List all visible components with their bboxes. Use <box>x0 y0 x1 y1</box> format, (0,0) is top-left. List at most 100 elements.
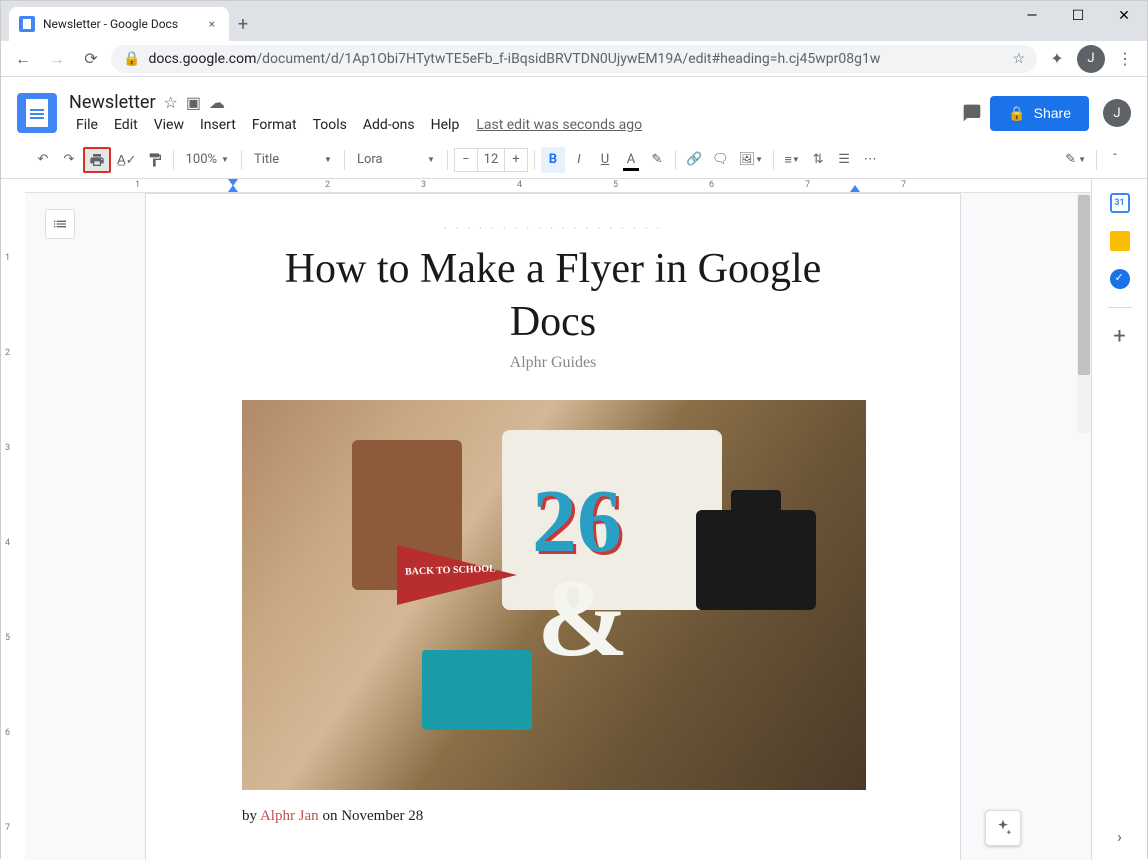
main-area: 1 2 3 4 5 6 7 1 2 3 4 5 6 7 7 <box>1 179 1147 860</box>
browser-address-bar: ← → ⟳ 🔒 docs.google.com/document/d/1Ap1O… <box>1 41 1147 77</box>
keep-addon-icon[interactable] <box>1110 231 1130 251</box>
bookmark-star-icon[interactable]: ☆ <box>1012 51 1025 67</box>
ruler-tick: 1 <box>5 253 10 263</box>
menu-bar: File Edit View Insert Format Tools Add-o… <box>69 115 954 135</box>
comments-icon[interactable] <box>954 95 990 131</box>
menu-insert[interactable]: Insert <box>193 115 243 135</box>
editing-mode-button[interactable]: ✎▼ <box>1061 147 1090 173</box>
menu-tools[interactable]: Tools <box>306 115 354 135</box>
account-avatar[interactable]: J <box>1103 99 1131 127</box>
formatting-toolbar: ↶ ↷ A̲✓ 100%▼ Title▼ Lora▼ − 12 + B I U … <box>1 141 1147 179</box>
calendar-addon-icon[interactable]: 31 <box>1110 193 1130 213</box>
ruler-tick: 7 <box>5 823 10 833</box>
collapse-sidepanel-icon[interactable]: › <box>1117 827 1122 846</box>
decrease-font-button[interactable]: − <box>455 152 477 167</box>
font-size-control: − 12 + <box>454 148 528 172</box>
lock-share-icon: 🔒 <box>1008 105 1025 122</box>
profile-avatar[interactable]: J <box>1077 45 1105 73</box>
paint-format-button[interactable] <box>143 147 167 173</box>
menu-format[interactable]: Format <box>245 115 304 135</box>
browser-tab[interactable]: Newsletter - Google Docs × <box>9 7 229 41</box>
star-document-icon[interactable]: ☆ <box>164 93 178 112</box>
document-image[interactable]: 26 BACK TO SCHOOL & <box>242 400 866 790</box>
ruler-tick: 3 <box>421 180 426 190</box>
bold-button[interactable]: B <box>541 147 565 173</box>
font-select[interactable]: Lora▼ <box>351 147 441 173</box>
spellcheck-button[interactable]: A̲✓ <box>113 147 141 173</box>
ruler-tick: 7 <box>901 180 906 190</box>
tab-close-icon[interactable]: × <box>205 17 219 31</box>
text-color-button[interactable]: A <box>619 147 643 173</box>
list-button[interactable]: ☰ <box>832 147 856 173</box>
menu-file[interactable]: File <box>69 115 105 135</box>
document-subtitle[interactable]: Alphr Guides <box>242 354 864 372</box>
menu-help[interactable]: Help <box>424 115 467 135</box>
ruler-tick: 2 <box>5 348 10 358</box>
right-indent-marker[interactable] <box>850 185 860 192</box>
maximize-button[interactable]: ☐ <box>1055 1 1101 31</box>
cloud-status-icon[interactable]: ☁ <box>209 93 225 112</box>
undo-button[interactable]: ↶ <box>31 147 55 173</box>
toolbar-separator <box>447 150 448 170</box>
print-button[interactable] <box>83 147 111 173</box>
menu-view[interactable]: View <box>147 115 191 135</box>
menu-addons[interactable]: Add-ons <box>356 115 422 135</box>
toolbar-separator <box>675 150 676 170</box>
insert-comment-button[interactable]: 🗨 <box>708 147 733 173</box>
forward-button[interactable]: → <box>43 45 71 73</box>
more-toolbar-button[interactable]: ⋯ <box>858 147 882 173</box>
hide-menus-button[interactable]: ˆ <box>1103 147 1127 173</box>
move-document-icon[interactable]: ▣ <box>186 93 201 112</box>
document-outline-button[interactable] <box>45 209 75 239</box>
extensions-icon[interactable]: ✦ <box>1043 45 1071 73</box>
style-select[interactable]: Title▼ <box>248 147 338 173</box>
side-panel: 31 + › <box>1091 179 1147 860</box>
reload-button[interactable]: ⟳ <box>77 45 105 73</box>
explore-button[interactable] <box>985 810 1021 846</box>
get-addons-icon[interactable]: + <box>1110 326 1130 346</box>
byline[interactable]: by Alphr Jan on November 28 <box>242 808 864 825</box>
indent-marker-bottom[interactable] <box>228 185 238 192</box>
card-shape <box>422 650 532 730</box>
vertical-scrollbar[interactable] <box>1077 193 1091 433</box>
share-button[interactable]: 🔒 Share <box>990 96 1089 131</box>
vertical-ruler[interactable]: 1 2 3 4 5 6 7 <box>1 179 25 860</box>
horizontal-ruler[interactable]: 1 2 3 4 5 6 7 7 <box>25 179 1091 193</box>
minimize-button[interactable]: — <box>1009 1 1055 31</box>
browser-titlebar: Newsletter - Google Docs × + — ☐ ✕ <box>1 1 1147 41</box>
back-button[interactable]: ← <box>9 45 37 73</box>
scrollbar-thumb[interactable] <box>1078 195 1090 375</box>
insert-link-button[interactable]: 🔗 <box>682 147 706 173</box>
decorative-dots: · · · · · · · · · · · · · · · · · · · <box>242 224 864 235</box>
window-controls: — ☐ ✕ <box>1009 1 1147 31</box>
document-page[interactable]: · · · · · · · · · · · · · · · · · · · Ho… <box>145 193 961 860</box>
line-spacing-button[interactable]: ⇅ <box>806 147 830 173</box>
toolbar-separator <box>1096 150 1097 170</box>
highlight-button[interactable]: ✎ <box>645 147 669 173</box>
tasks-addon-icon[interactable] <box>1110 269 1130 289</box>
document-title[interactable]: Newsletter <box>69 92 156 113</box>
redo-button[interactable]: ↷ <box>57 147 81 173</box>
url-bar[interactable]: 🔒 docs.google.com/document/d/1Ap1Obi7HTy… <box>111 45 1037 73</box>
author-link[interactable]: Alphr Jan <box>260 808 319 824</box>
chrome-menu-icon[interactable]: ⋮ <box>1111 45 1139 73</box>
new-tab-button[interactable]: + <box>229 14 257 41</box>
toolbar-separator <box>241 150 242 170</box>
menu-edit[interactable]: Edit <box>107 115 145 135</box>
document-heading[interactable]: How to Make a Flyer in Google Docs <box>242 243 864 348</box>
close-window-button[interactable]: ✕ <box>1101 1 1147 31</box>
italic-button[interactable]: I <box>567 147 591 173</box>
align-button[interactable]: ≡▼ <box>780 147 804 173</box>
document-canvas[interactable]: 1 2 3 4 5 6 7 7 · · · · · · · · · · · · … <box>25 179 1091 860</box>
docs-favicon <box>19 16 35 32</box>
ruler-tick: 5 <box>5 633 10 643</box>
zoom-select[interactable]: 100%▼ <box>180 147 235 173</box>
docs-logo-icon[interactable] <box>17 93 57 133</box>
toolbar-separator <box>773 150 774 170</box>
docs-header: Newsletter ☆ ▣ ☁ File Edit View Insert F… <box>1 77 1147 141</box>
increase-font-button[interactable]: + <box>505 152 527 167</box>
font-size-value[interactable]: 12 <box>477 149 505 171</box>
last-edit-link[interactable]: Last edit was seconds ago <box>476 117 642 133</box>
underline-button[interactable]: U <box>593 147 617 173</box>
insert-image-button[interactable]: 🖼▼ <box>735 147 767 173</box>
